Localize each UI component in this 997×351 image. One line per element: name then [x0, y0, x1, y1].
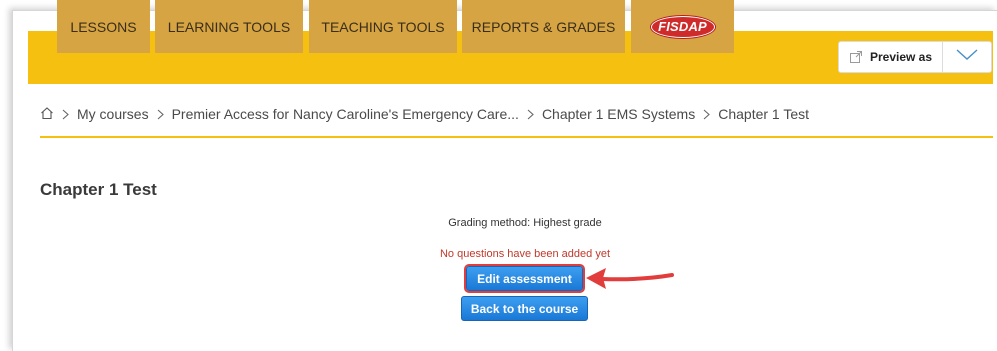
breadcrumb: My courses Premier Access for Nancy Caro…	[40, 105, 809, 123]
edit-assessment-label: Edit assessment	[477, 271, 572, 286]
page-title: Chapter 1 Test	[40, 180, 157, 199]
breadcrumb-chapter[interactable]: Chapter 1 EMS Systems	[542, 106, 695, 122]
preview-as-label: Preview as	[869, 50, 933, 64]
nav-tab-teaching-tools[interactable]: TEACHING TOOLS	[309, 0, 457, 53]
nav-tab-fisdap[interactable]: FISDAP	[631, 0, 734, 53]
nav-tab-label: REPORTS & GRADES	[471, 18, 616, 35]
nav-tab-reports-grades[interactable]: REPORTS & GRADES	[462, 0, 625, 53]
breadcrumb-my-courses[interactable]: My courses	[77, 106, 149, 122]
chevron-down-icon	[956, 48, 978, 66]
chevron-right-icon	[527, 109, 534, 120]
chevron-right-icon	[703, 109, 711, 120]
edit-assessment-button[interactable]: Edit assessment	[466, 266, 583, 291]
grading-method-text: Grading method: Highest grade	[448, 217, 602, 229]
nav-tab-label: TEACHING TOOLS	[321, 18, 445, 35]
nav-tab-lessons[interactable]: LESSONS	[57, 0, 150, 53]
nav-tab-learning-tools[interactable]: LEARNING TOOLS	[155, 0, 303, 53]
annotation-arrow-icon	[586, 268, 674, 289]
breadcrumb-course[interactable]: Premier Access for Nancy Caroline's Emer…	[172, 106, 519, 122]
nav-tab-label: LEARNING TOOLS	[167, 18, 291, 35]
preview-as-control: Preview as	[838, 41, 992, 73]
preview-dropdown-toggle[interactable]	[943, 42, 991, 72]
fisdap-logo: FISDAP	[650, 15, 715, 38]
chevron-right-icon	[157, 109, 164, 120]
no-questions-notice: No questions have been added yet	[439, 248, 611, 260]
chevron-right-icon	[62, 109, 69, 120]
nav-tab-label: LESSONS	[70, 18, 137, 35]
preview-icon	[849, 50, 863, 64]
breadcrumb-test[interactable]: Chapter 1 Test	[718, 106, 809, 122]
back-to-course-label: Back to the course	[470, 301, 579, 316]
back-to-course-button[interactable]: Back to the course	[461, 296, 588, 321]
home-icon[interactable]	[40, 106, 54, 123]
header-divider	[40, 136, 993, 138]
preview-as-button[interactable]: Preview as	[839, 42, 943, 72]
